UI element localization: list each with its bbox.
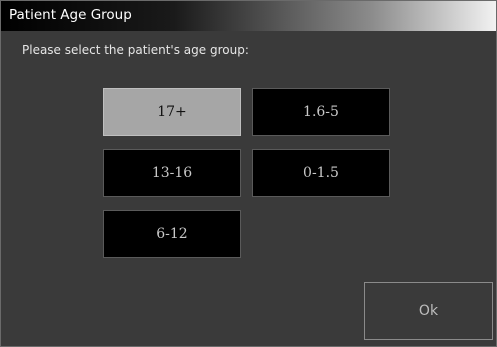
instruction-text: Please select the patient's age group: — [22, 43, 249, 57]
title-bar: Patient Age Group — [1, 1, 496, 31]
age-group-0-to-1-5-button[interactable]: 0-1.5 — [252, 149, 390, 197]
patient-age-group-dialog: Patient Age Group Please select the pati… — [0, 0, 497, 347]
ok-button[interactable]: Ok — [364, 282, 493, 340]
dialog-title: Patient Age Group — [9, 7, 132, 23]
age-group-13-to-16-button[interactable]: 13-16 — [103, 149, 241, 197]
age-group-1-6-to-5-button[interactable]: 1.6-5 — [252, 88, 390, 136]
age-group-17plus-button[interactable]: 17+ — [103, 88, 241, 136]
age-group-6-to-12-button[interactable]: 6-12 — [103, 210, 241, 258]
